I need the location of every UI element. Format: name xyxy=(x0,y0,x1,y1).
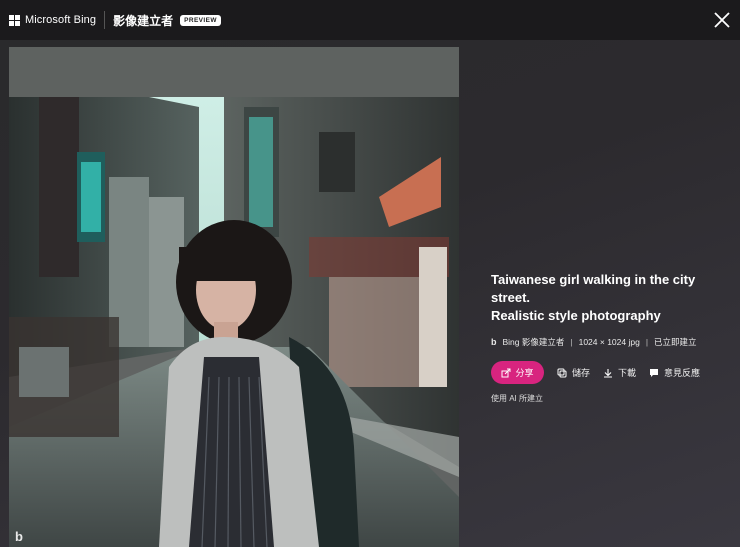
action-bar: 分享 儲存 下載 意見反應 xyxy=(491,361,736,384)
image-title-line2: Realistic style photography xyxy=(491,308,661,323)
download-icon xyxy=(604,368,613,378)
download-label: 下載 xyxy=(618,368,637,378)
meta-status: 已立即建立 xyxy=(654,337,697,347)
feedback-icon xyxy=(650,368,659,377)
header-divider xyxy=(104,11,106,29)
generated-image[interactable]: b xyxy=(9,47,459,547)
microsoft-bing-logo[interactable]: Microsoft Bing xyxy=(9,14,96,26)
viewer-stage: b Taiwanese girl walking in the city str… xyxy=(0,40,740,547)
feedback-label: 意見反應 xyxy=(664,368,701,378)
download-button[interactable]: 下載 xyxy=(603,366,636,379)
image-title: Taiwanese girl walking in the city stree… xyxy=(491,271,736,325)
save-label: 儲存 xyxy=(572,368,591,378)
preview-badge: PREVIEW xyxy=(180,14,221,26)
microsoft-logo-icon xyxy=(9,14,20,26)
meta-separator: | xyxy=(645,337,649,347)
ai-created-note: 使用 AI 所建立 xyxy=(491,394,544,403)
svg-text:b: b xyxy=(15,529,23,544)
save-icon xyxy=(557,368,567,377)
meta-source: Bing 影像建立者 xyxy=(502,337,565,347)
image-title-line1: Taiwanese girl walking in the city stree… xyxy=(491,272,696,305)
image-meta: b Bing 影像建立者 | 1024 × 1024 jpg | 已立即建立 xyxy=(491,336,736,348)
close-icon xyxy=(714,12,730,28)
top-bar: Microsoft Bing 影像建立者 PREVIEW xyxy=(0,0,740,40)
share-button[interactable]: 分享 xyxy=(491,361,544,384)
meta-size: 1024 × 1024 jpg xyxy=(578,337,640,347)
street-photo-illustration: b xyxy=(9,47,459,547)
feedback-button[interactable]: 意見反應 xyxy=(649,366,700,379)
product-title: 影像建立者 xyxy=(113,13,174,28)
share-label: 分享 xyxy=(515,368,534,378)
save-button[interactable]: 儲存 xyxy=(557,366,590,379)
image-info-panel: Taiwanese girl walking in the city stree… xyxy=(491,271,736,404)
bing-icon: b xyxy=(491,337,497,347)
meta-separator: | xyxy=(570,337,573,347)
share-icon xyxy=(501,368,511,377)
close-button[interactable] xyxy=(712,10,732,30)
brand-name: Microsoft Bing xyxy=(25,14,97,26)
